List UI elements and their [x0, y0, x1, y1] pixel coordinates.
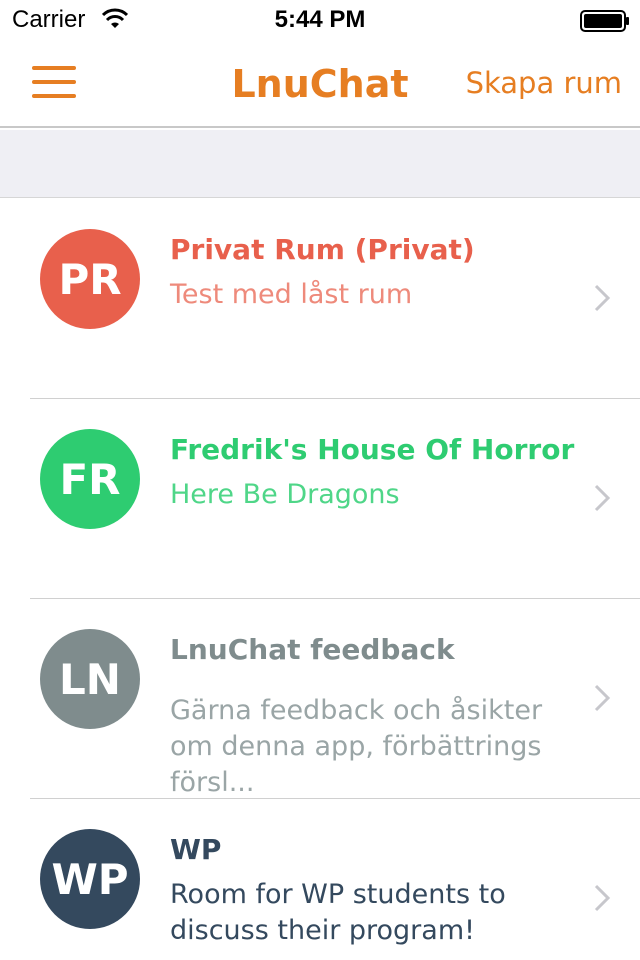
room-avatar: LN: [40, 629, 140, 729]
room-subtitle: Here Be Dragons: [170, 479, 400, 510]
search-band: [0, 130, 640, 198]
status-time: 5:44 PM: [274, 6, 366, 33]
room-row-wp[interactable]: WP WP Room for WP students to discuss th…: [0, 799, 640, 960]
room-title: LnuChat feedback: [170, 633, 455, 666]
chevron-right-icon: [594, 484, 611, 512]
room-row-house-of-horror[interactable]: FR Fredrik's House Of Horror Here Be Dra…: [0, 399, 640, 599]
room-subtitle: Room for WP students to discuss their pr…: [170, 879, 506, 946]
room-list: PR Privat Rum (Privat) Test med låst rum…: [0, 199, 640, 960]
room-subtitle: Test med låst rum: [170, 279, 413, 310]
room-title: WP: [170, 833, 222, 866]
status-bar: Carrier 5:44 PM: [0, 0, 640, 40]
room-title: Privat Rum (Privat): [170, 233, 475, 266]
create-room-button[interactable]: Skapa rum: [466, 66, 622, 100]
room-avatar: FR: [40, 429, 140, 529]
battery-icon: [580, 10, 629, 32]
chevron-right-icon: [594, 284, 611, 312]
room-row-private[interactable]: PR Privat Rum (Privat) Test med låst rum: [0, 199, 640, 399]
room-row-feedback[interactable]: LN LnuChat feedback Gärna feedback och å…: [0, 599, 640, 799]
chevron-right-icon: [594, 684, 611, 712]
room-title: Fredrik's House Of Horror: [170, 433, 575, 466]
room-avatar: WP: [40, 829, 140, 929]
chevron-right-icon: [594, 884, 611, 912]
room-avatar: PR: [40, 229, 140, 329]
navigation-bar: LnuChat Skapa rum: [0, 40, 640, 128]
room-subtitle: Gärna feedback och åsikter om denna app,…: [170, 695, 543, 798]
